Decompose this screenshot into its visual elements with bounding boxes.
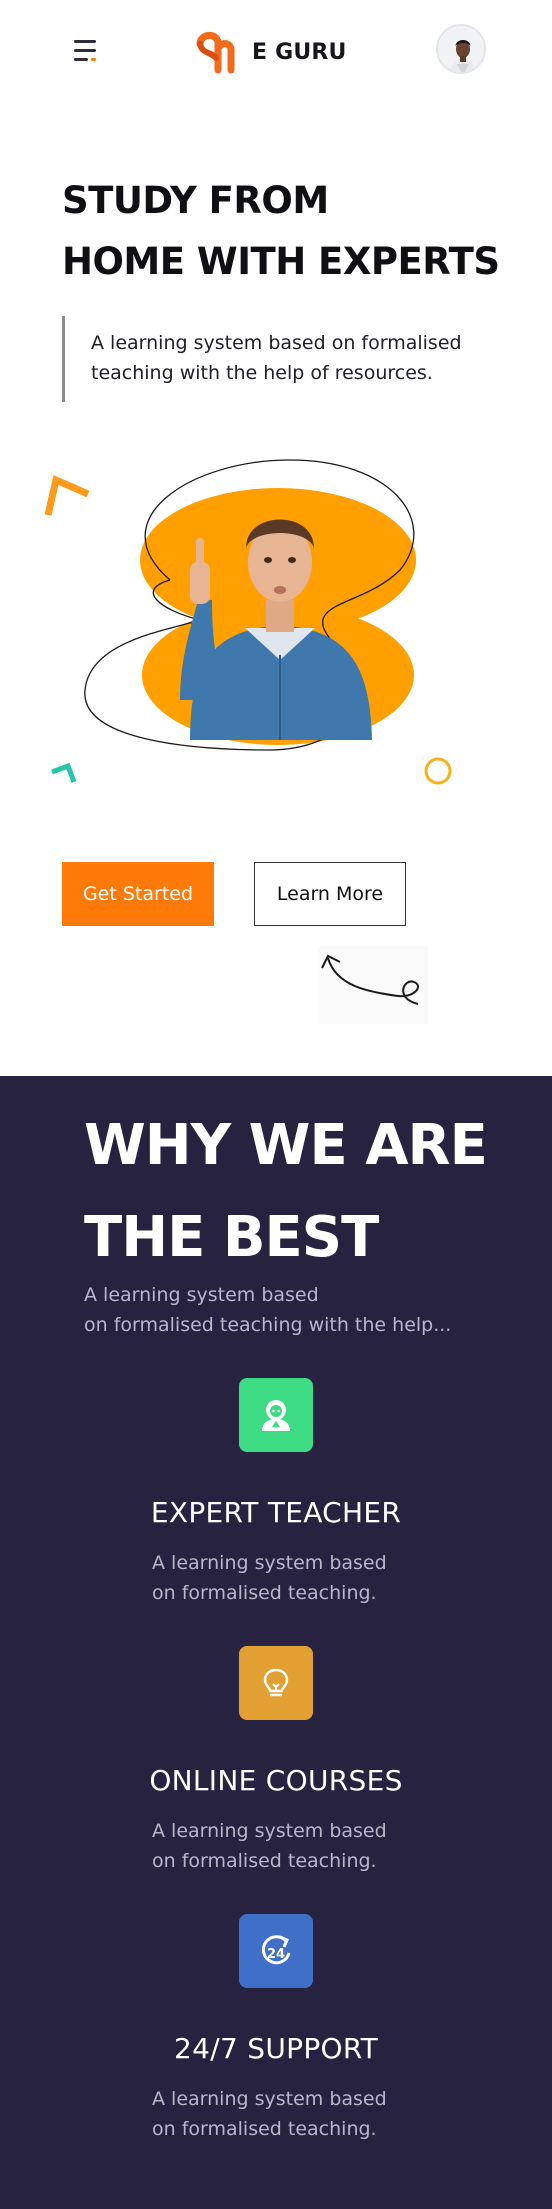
feature-description: A learning system based on formalised te… <box>152 1548 452 1608</box>
chevron-decoration-icon <box>44 475 90 516</box>
curved-arrow-icon <box>318 946 428 1024</box>
section-description-line: on formalised teaching with the help... <box>84 1314 452 1336</box>
hamburger-menu-button[interactable] <box>72 36 102 66</box>
menu-line <box>74 58 88 61</box>
support-24-icon: 24 <box>239 1914 313 1988</box>
section-title: WHY WE ARE THE BEST <box>84 1100 524 1284</box>
ring-decoration-icon <box>424 757 452 785</box>
hero-title: STUDY FROM HOME WITH EXPERTS <box>62 170 522 292</box>
hero-description: A learning system based on formalised te… <box>62 316 502 402</box>
hero-title-line: HOME WITH EXPERTS <box>62 240 500 283</box>
get-started-button[interactable]: Get Started <box>62 862 214 926</box>
brand-logo[interactable]: E GURU <box>194 30 347 74</box>
section-description: A learning system based on formalised te… <box>84 1280 504 1340</box>
small-chevron-decoration-icon <box>51 762 77 783</box>
hero-title-line: STUDY FROM <box>62 179 329 222</box>
brand-name: E GURU <box>252 39 347 65</box>
feature-description-line: on formalised teaching. <box>152 1582 377 1604</box>
feature-title: 24/7 SUPPORT <box>174 2032 378 2065</box>
section-title-line: WHY WE ARE <box>84 1113 488 1178</box>
feature-description: A learning system based on formalised te… <box>152 1816 452 1876</box>
feature-description-line: on formalised teaching. <box>152 2118 377 2140</box>
menu-line <box>74 40 96 43</box>
section-title-line: THE BEST <box>84 1205 379 1270</box>
teacher-icon <box>239 1378 313 1452</box>
svg-text:24: 24 <box>267 1947 285 1962</box>
feature-description-line: A learning system based <box>152 1820 387 1842</box>
learn-more-button[interactable]: Learn More <box>254 862 406 926</box>
logo-mark-icon <box>196 32 235 74</box>
hero-illustration <box>44 459 452 785</box>
lightbulb-icon <box>239 1646 313 1720</box>
feature-title: ONLINE COURSES <box>149 1764 403 1797</box>
feature-description-line: A learning system based <box>152 1552 387 1574</box>
top-navbar: E GURU <box>0 0 552 100</box>
menu-line <box>74 49 96 52</box>
feature-title: EXPERT TEACHER <box>150 1496 402 1529</box>
user-avatar[interactable] <box>436 24 486 74</box>
section-description-line: A learning system based <box>84 1284 319 1306</box>
menu-dot <box>91 58 96 61</box>
feature-description: A learning system based on formalised te… <box>152 2084 452 2144</box>
why-we-are-best-section: WHY WE ARE THE BEST A learning system ba… <box>0 1076 552 2209</box>
feature-description-line: A learning system based <box>152 2088 387 2110</box>
avatar-person-icon <box>438 26 484 72</box>
feature-description-line: on formalised teaching. <box>152 1850 377 1872</box>
